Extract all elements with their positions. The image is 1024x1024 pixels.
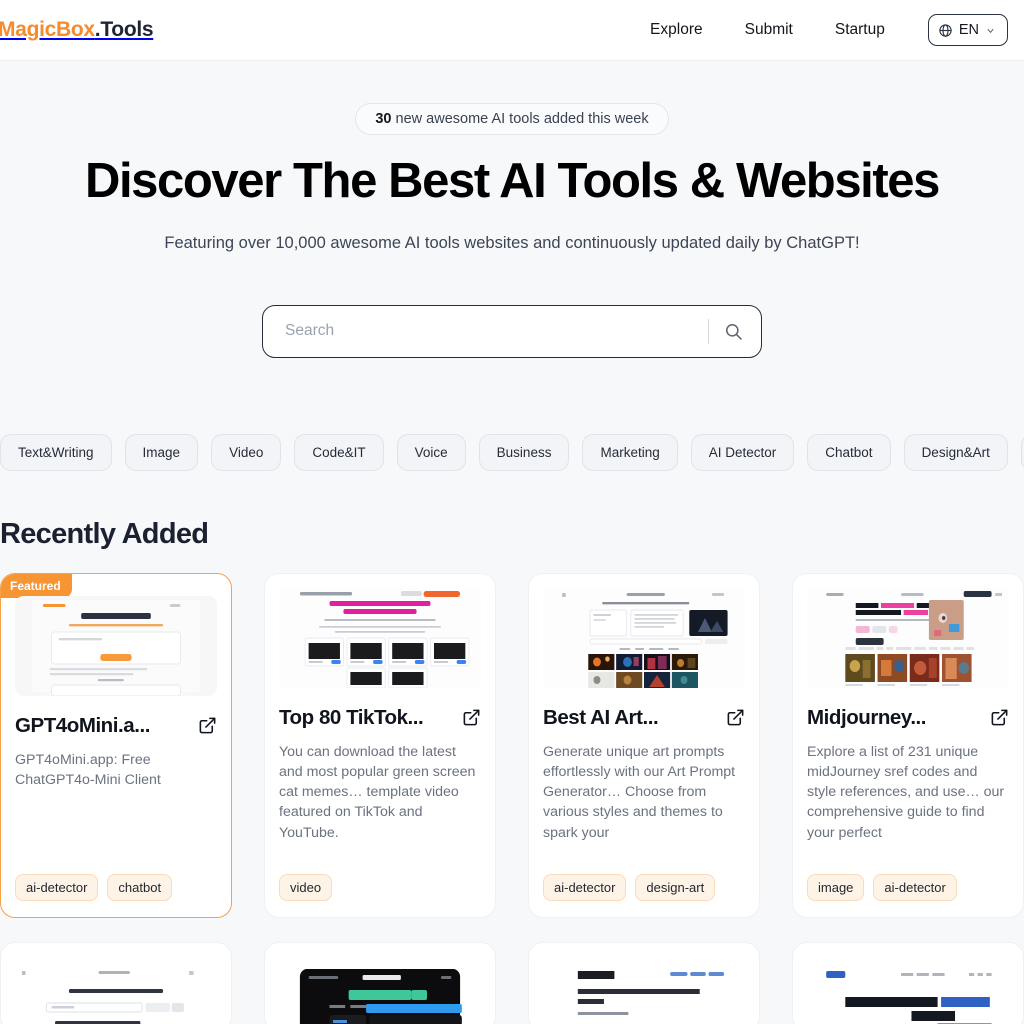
tool-card[interactable]: Featured GPT4oMini.a... GPT4oMini.app: F… (0, 572, 232, 918)
tool-card[interactable] (0, 941, 232, 1024)
external-link-icon[interactable] (462, 708, 481, 727)
tool-tag-list: video (279, 864, 481, 901)
tool-thumbnail (15, 595, 217, 696)
tool-thumbnail (807, 956, 1009, 1024)
main-navigation: Explore Submit Startup EN (629, 13, 1008, 47)
tool-title: Top 80 TikTok... (279, 705, 424, 729)
external-link-icon[interactable] (726, 708, 745, 727)
nav-item-submit[interactable]: Submit (724, 13, 814, 47)
nav-item-startup[interactable]: Startup (814, 13, 906, 47)
tool-card-grid: Featured GPT4oMini.a... GPT4oMini.app: F… (0, 572, 1024, 918)
tool-title: Best AI Art... (543, 705, 659, 729)
featured-badge: Featured (1, 573, 72, 598)
logo-suffix-text: .Tools (94, 18, 154, 41)
tool-tag[interactable]: image (807, 873, 865, 901)
tool-card[interactable]: Top 80 TikTok... You can download the la… (264, 572, 496, 918)
tool-tag[interactable]: ai-detector (15, 873, 99, 901)
tool-tag-list: image ai-detector (807, 864, 1009, 901)
tool-card[interactable] (528, 941, 760, 1024)
tool-tag-list: ai-detector chatbot (15, 864, 217, 901)
tool-tag[interactable]: video (279, 873, 333, 901)
category-chip-ai-detector[interactable]: AI Detector (690, 433, 795, 471)
new-tools-text: new awesome AI tools added this week (391, 111, 649, 127)
tool-thumbnail (279, 587, 481, 688)
category-chip-business[interactable]: Business (478, 433, 570, 471)
category-chip-video[interactable]: Video (211, 433, 282, 471)
tool-description: You can download the latest and most pop… (279, 743, 476, 841)
tool-card-title-row: Best AI Art... (543, 706, 745, 730)
category-chip-code-it[interactable]: Code&IT (294, 433, 384, 471)
category-chip-list[interactable]: Text&Writing Image Video Code&IT Voice B… (0, 433, 1024, 471)
search-input[interactable] (285, 322, 708, 341)
tool-tag[interactable]: chatbot (107, 873, 173, 901)
tool-card[interactable] (792, 941, 1024, 1024)
tool-card-title-row: GPT4oMini.a... (15, 714, 217, 738)
search-container (0, 304, 1024, 358)
category-chip-image[interactable]: Image (124, 433, 199, 471)
category-chip-voice[interactable]: Voice (396, 433, 466, 471)
tool-card[interactable]: Midjourney... Explore a list of 231 uniq… (792, 572, 1024, 918)
tool-thumbnail (279, 956, 481, 1024)
nav-item-explore[interactable]: Explore (629, 13, 724, 47)
tool-description: Generate unique art prompts effortlessly… (543, 743, 736, 841)
category-chip-chatbot[interactable]: Chatbot (807, 433, 891, 471)
tool-tag[interactable]: ai-detector (873, 873, 957, 901)
tool-card-grid-row-2 (0, 941, 1024, 1024)
tool-thumbnail (807, 587, 1009, 688)
search-box[interactable] (262, 304, 762, 358)
tool-tag[interactable]: ai-detector (543, 873, 627, 901)
new-tools-count: 30 (375, 111, 392, 127)
language-label: EN (958, 22, 979, 38)
globe-icon (938, 23, 953, 38)
external-link-icon[interactable] (990, 708, 1009, 727)
search-divider (708, 318, 709, 344)
hero-section: 30 new awesome AI tools added this week … (0, 61, 1024, 358)
tool-thumbnail (15, 956, 217, 1024)
external-link-icon[interactable] (198, 716, 217, 735)
tool-description: Explore a list of 231 unique midJourney … (807, 743, 1005, 841)
tool-thumbnail (543, 956, 745, 1024)
site-logo[interactable]: MagicBox.Tools (0, 18, 154, 42)
tool-card[interactable]: Best AI Art... Generate unique art promp… (528, 572, 760, 918)
tool-card-title-row: Top 80 TikTok... (279, 706, 481, 730)
section-title-recently-added: Recently Added (0, 517, 209, 550)
tool-title: Midjourney... (807, 705, 927, 729)
tool-thumbnail (543, 587, 745, 688)
category-chip-design-art[interactable]: Design&Art (903, 433, 1008, 471)
chevron-down-icon (985, 25, 996, 36)
logo-brand-text: MagicBox (0, 18, 95, 41)
tool-tag-list: ai-detector design-art (543, 864, 745, 901)
category-chip-text-writing[interactable]: Text&Writing (0, 433, 112, 471)
language-selector-button[interactable]: EN (927, 14, 1008, 46)
search-icon[interactable] (724, 322, 747, 341)
category-chip-marketing[interactable]: Marketing (582, 433, 678, 471)
hero-subtitle: Featuring over 10,000 awesome AI tools w… (164, 233, 860, 252)
tool-description: GPT4oMini.app: Free ChatGPT4o-Mini Clien… (15, 751, 161, 789)
tool-card[interactable] (264, 941, 496, 1024)
tool-tag[interactable]: design-art (635, 873, 716, 901)
site-header: MagicBox.Tools Explore Submit Startup EN (0, 0, 1024, 61)
page-title: Discover The Best AI Tools & Websites (84, 154, 940, 208)
tool-card-title-row: Midjourney... (807, 706, 1009, 730)
tool-title: GPT4oMini.a... (15, 713, 150, 737)
new-tools-badge: 30 new awesome AI tools added this week (355, 103, 669, 135)
